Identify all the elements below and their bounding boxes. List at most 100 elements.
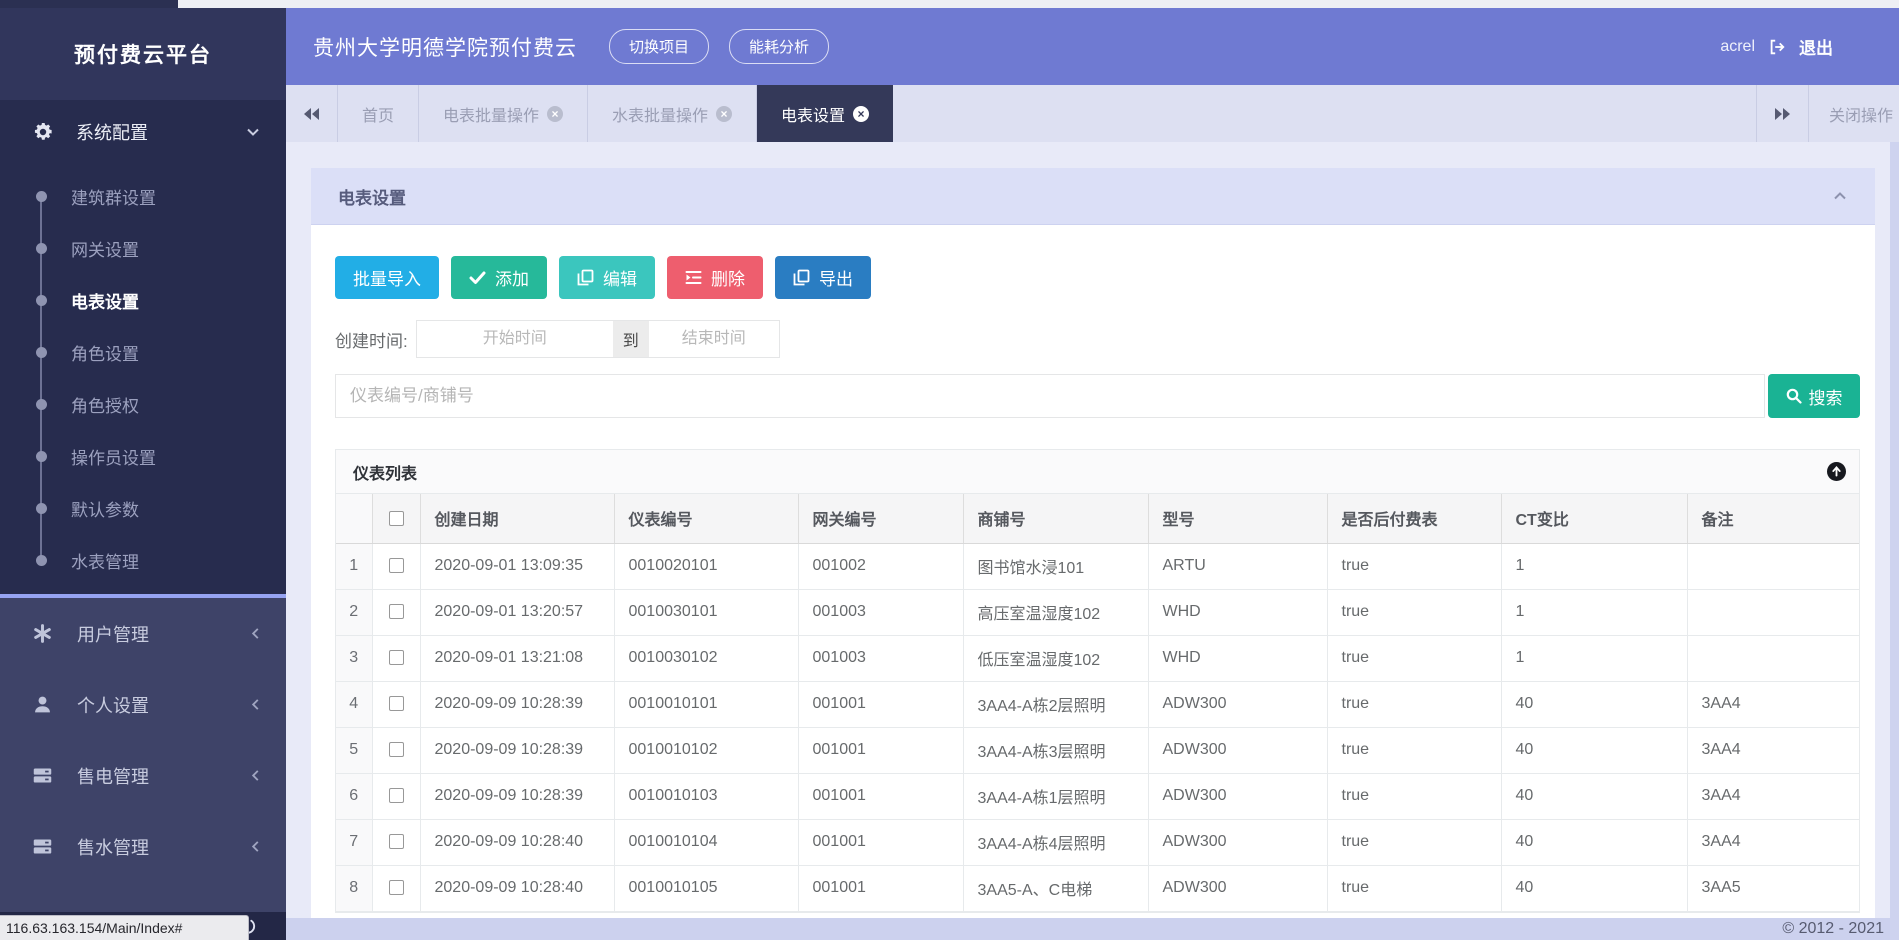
batch-import-button[interactable]: 批量导入	[335, 256, 439, 299]
column-header-shop-no: 商铺号	[963, 494, 1148, 543]
cell-postpaid: true	[1327, 865, 1501, 911]
sidebar-item-role-settings[interactable]: 角色设置	[0, 326, 286, 378]
cell-postpaid: true	[1327, 681, 1501, 727]
export-button[interactable]: 导出	[775, 256, 871, 299]
row-checkbox[interactable]	[389, 696, 404, 711]
gear-icon	[32, 121, 54, 143]
row-number-header	[336, 494, 372, 543]
sidebar-item-label: 售水管理	[77, 834, 149, 860]
switch-project-button[interactable]: 切换项目	[609, 29, 709, 64]
cell-model: ARTU	[1148, 543, 1327, 589]
table-row: 1 2020-09-01 13:09:35 0010020101 001002 …	[336, 543, 1859, 589]
button-label: 导出	[819, 265, 853, 290]
cell-postpaid: true	[1327, 543, 1501, 589]
row-checkbox[interactable]	[389, 742, 404, 757]
cell-model: ADW300	[1148, 727, 1327, 773]
table-row: 4 2020-09-09 10:28:39 0010010101 001001 …	[336, 681, 1859, 727]
sidebar-item-personal-settings[interactable]: 个人设置	[0, 669, 286, 740]
cell-meter-no: 0010010102	[614, 727, 798, 773]
close-operations-menu[interactable]: 关闭操作	[1808, 85, 1899, 142]
bullet-dot-icon	[36, 451, 47, 462]
tab-close-icon[interactable]: ×	[853, 106, 869, 122]
cell-shop-no: 高压室温湿度102	[963, 589, 1148, 635]
cell-shop-no: 图书馆水浸101	[963, 543, 1148, 589]
page-scrollbar[interactable]	[1890, 142, 1899, 940]
tab-close-icon[interactable]: ×	[716, 106, 732, 122]
sidebar-item-system-config[interactable]: 系统配置	[0, 100, 286, 164]
chevron-left-icon	[249, 627, 262, 640]
search-input[interactable]	[335, 374, 1765, 418]
user-icon	[32, 694, 53, 715]
end-time-input[interactable]	[649, 320, 780, 358]
double-chevron-right-icon	[1774, 107, 1791, 121]
button-label: 批量导入	[353, 265, 421, 290]
select-all-header	[372, 494, 420, 543]
sidebar-item-role-auth[interactable]: 角色授权	[0, 378, 286, 430]
meter-list-title: 仪表列表	[353, 460, 417, 484]
app-logo-text: 预付费云平台	[74, 39, 212, 69]
cell-meter-no: 0010010101	[614, 681, 798, 727]
scroll-to-top-icon[interactable]	[1827, 462, 1846, 481]
delete-button[interactable]: 删除	[667, 256, 763, 299]
edit-button[interactable]: 编辑	[559, 256, 655, 299]
asterisk-icon	[32, 623, 53, 644]
search-button[interactable]: 搜索	[1768, 374, 1860, 418]
start-time-input[interactable]	[416, 320, 613, 358]
logout-button[interactable]: 退出	[1799, 34, 1833, 59]
sidebar: 预付费云平台 系统配置 建筑群设置 网关设置 电表设置 角色设置 角色授权 操作…	[0, 8, 286, 940]
tab-water-batch-ops[interactable]: 水表批量操作 ×	[588, 85, 757, 142]
sidebar-item-operator[interactable]: 操作员设置	[0, 430, 286, 482]
header-right-group: acrel 退出	[1720, 34, 1833, 59]
cell-gateway-no: 001002	[798, 543, 963, 589]
chevron-left-icon	[249, 840, 262, 853]
tab-label: 首页	[362, 102, 394, 126]
logout-icon[interactable]	[1768, 38, 1786, 56]
energy-analysis-button[interactable]: 能耗分析	[729, 29, 829, 64]
tab-close-icon[interactable]: ×	[547, 106, 563, 122]
server-icon	[32, 836, 53, 857]
column-header-ct-ratio: CT变比	[1501, 494, 1687, 543]
tab-meter-batch-ops[interactable]: 电表批量操作 ×	[419, 85, 588, 142]
row-checkbox[interactable]	[389, 834, 404, 849]
tab-home[interactable]: 首页	[338, 85, 419, 142]
row-checkbox[interactable]	[389, 880, 404, 895]
tabs-scroll-left-button[interactable]	[286, 85, 338, 142]
search-icon	[1786, 388, 1802, 404]
bullet-dot-icon	[36, 555, 47, 566]
button-label: 编辑	[603, 265, 637, 290]
username: acrel	[1720, 38, 1755, 56]
meter-list-panel: 仪表列表 创建日期 仪表编号	[335, 449, 1860, 913]
table-body: 1 2020-09-01 13:09:35 0010020101 001002 …	[336, 543, 1859, 911]
sidebar-item-user-management[interactable]: 用户管理	[0, 598, 286, 669]
row-checkbox[interactable]	[389, 604, 404, 619]
tabs-scroll-right-button[interactable]	[1756, 85, 1808, 142]
sidebar-item-water-meter[interactable]: 水表管理	[0, 534, 286, 586]
sidebar-item-building-group[interactable]: 建筑群设置	[0, 170, 286, 222]
row-checkbox[interactable]	[389, 558, 404, 573]
table-row: 5 2020-09-09 10:28:39 0010010102 001001 …	[336, 727, 1859, 773]
column-header-meter-no: 仪表编号	[614, 494, 798, 543]
row-checkbox[interactable]	[389, 788, 404, 803]
row-checkbox[interactable]	[389, 650, 404, 665]
column-header-model: 型号	[1148, 494, 1327, 543]
sidebar-item-meter-settings[interactable]: 电表设置	[0, 274, 286, 326]
tab-meter-settings[interactable]: 电表设置 ×	[757, 85, 893, 142]
top-header: 贵州大学明德学院预付费云 切换项目 能耗分析 acrel 退出	[286, 8, 1899, 85]
sidebar-item-water-sales[interactable]: 售水管理	[0, 811, 286, 882]
app-logo: 预付费云平台	[0, 8, 286, 100]
row-number: 1	[336, 543, 372, 589]
system-config-submenu: 建筑群设置 网关设置 电表设置 角色设置 角色授权 操作员设置 默认参数 水表管…	[0, 164, 286, 594]
collapse-chevron-up-icon[interactable]	[1832, 188, 1848, 204]
cell-model: ADW300	[1148, 773, 1327, 819]
cell-gateway-no: 001003	[798, 589, 963, 635]
toolbar: 批量导入 添加 编辑 删除 导出	[335, 256, 1860, 299]
cell-create-date: 2020-09-01 13:21:08	[420, 635, 614, 681]
sidebar-item-electricity-sales[interactable]: 售电管理	[0, 740, 286, 811]
date-range-to-addon: 到	[613, 320, 649, 358]
add-button[interactable]: 添加	[451, 256, 547, 299]
bullet-dot-icon	[36, 243, 47, 254]
select-all-checkbox[interactable]	[389, 511, 404, 526]
sidebar-lower-section: 用户管理 个人设置 售电管理 售水管理	[0, 598, 286, 912]
sidebar-item-gateway[interactable]: 网关设置	[0, 222, 286, 274]
sidebar-item-default-params[interactable]: 默认参数	[0, 482, 286, 534]
